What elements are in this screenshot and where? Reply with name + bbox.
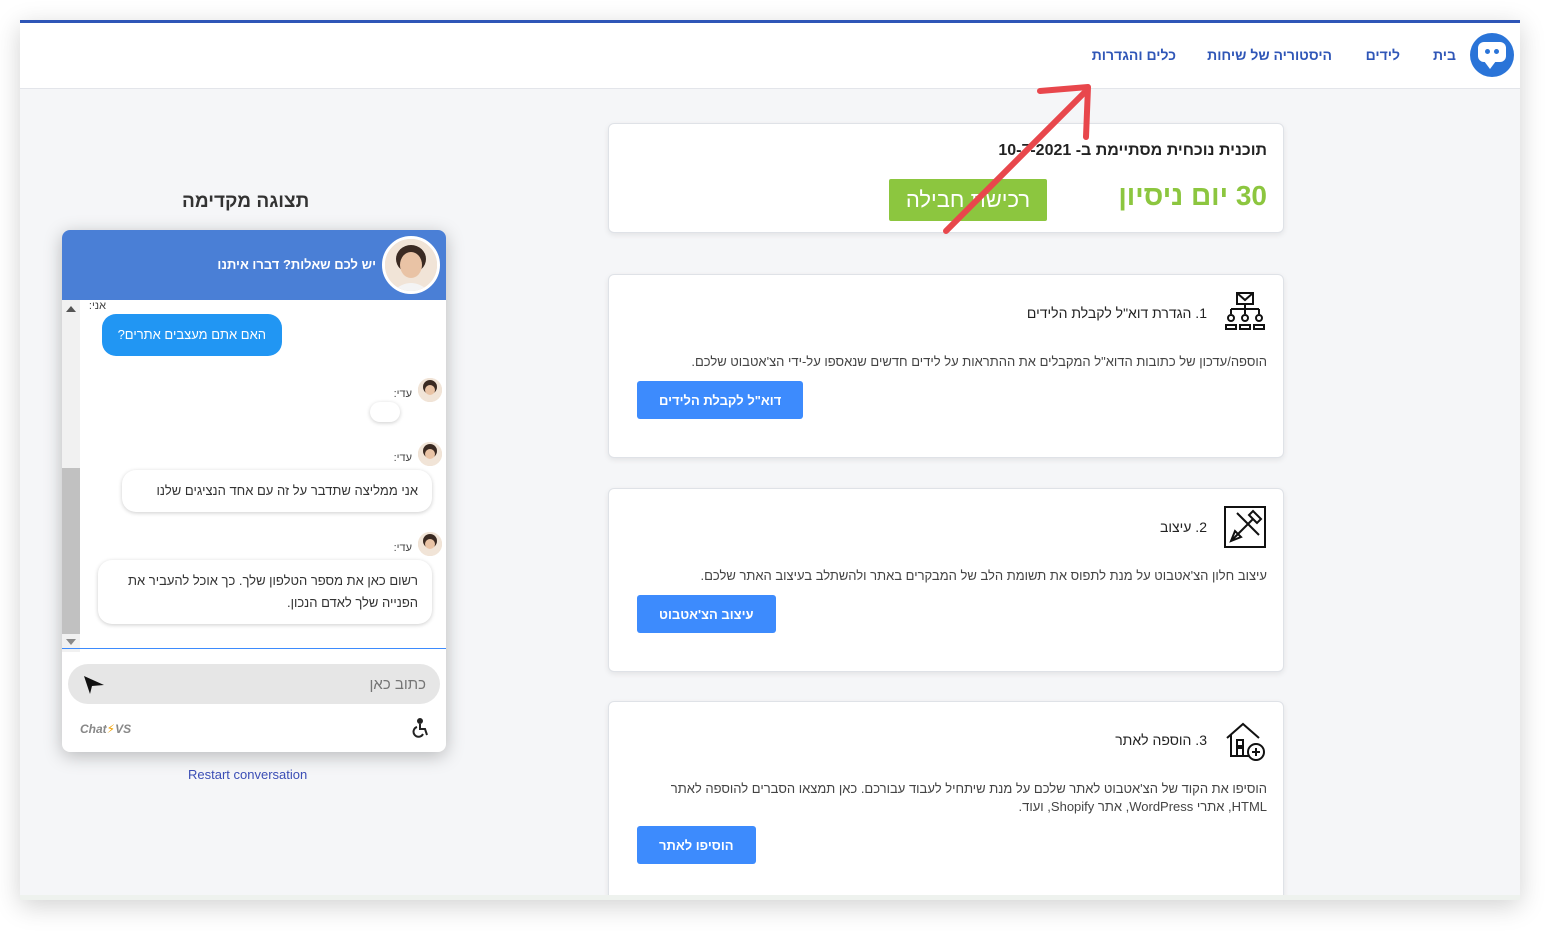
chat-messages-area[interactable]: אני: האם אתם מעצבים אתרים? עדי: עדי: אני…: [62, 300, 446, 652]
step-description: הוספה/עדכון של כתובות הדוא"ל המקבלים את …: [691, 354, 1267, 369]
nav-item-home[interactable]: בית: [1433, 47, 1456, 63]
step-card-design: 2. עיצוב עיצוב חלון הצ'אטבוט על מנת לתפו…: [608, 488, 1284, 672]
nav-item-tools-settings[interactable]: כלים והגדרות: [1092, 47, 1176, 63]
design-chatbot-button[interactable]: עיצוב הצ'אטבוט: [637, 595, 776, 633]
step-description: הוסיפו את הקוד של הצ'אטבוט לאתר שלכם על …: [670, 781, 1267, 814]
restart-conversation-link[interactable]: Restart conversation: [188, 767, 307, 782]
leads-email-button[interactable]: דוא"ל לקבלת הלידים: [637, 381, 804, 419]
add-to-site-button[interactable]: הוסיפו לאתר: [637, 826, 756, 864]
chat-scrollbar[interactable]: [62, 300, 80, 652]
chat-input-bar[interactable]: [68, 664, 440, 704]
agent-mini-avatar: [418, 378, 442, 402]
app-window: בית לידים היסטוריה של שיחות כלים והגדרות…: [20, 20, 1520, 900]
step-card-email: 1. הגדרת דוא"ל לקבלת הלידים הוספה/עדכון …: [608, 274, 1284, 458]
accessibility-icon[interactable]: [410, 718, 430, 738]
scroll-down-icon[interactable]: [66, 639, 76, 645]
step-title: 3. הוספה לאתר: [1115, 732, 1207, 748]
bot-message-bubble: אני ממליצה שתדבר על זה עם אחד הנציגים של…: [122, 470, 432, 512]
buy-package-button[interactable]: רכישת חבילה: [889, 179, 1047, 221]
step-description: עיצוב חלון הצ'אטבוט על מנת לתפוס את תשומ…: [700, 568, 1267, 583]
nav-item-chat-history[interactable]: היסטוריה של שיחות: [1207, 47, 1332, 63]
plan-card: תוכנית נוכחית מסתיימת ב- 10-7-2021 30 יו…: [608, 123, 1284, 233]
bot-message-bubble: רשום כאן את מספר הטלפון שלך. כך אוכל להע…: [98, 560, 432, 624]
chat-widget-header-text: יש לכם שאלות? דברו איתנו: [217, 257, 376, 272]
sender-label-bot: עדי:: [393, 542, 412, 554]
input-divider: [62, 648, 446, 649]
trial-days-text: 30 יום ניסיון: [1118, 180, 1267, 211]
top-navbar: בית לידים היסטוריה של שיחות כלים והגדרות: [20, 23, 1520, 89]
scroll-up-icon[interactable]: [66, 306, 76, 312]
scrollbar-thumb[interactable]: [62, 468, 80, 634]
user-message-bubble: האם אתם מעצבים אתרים?: [101, 314, 282, 356]
agent-avatar: [382, 236, 440, 294]
bottom-strip: [20, 895, 1520, 900]
agent-mini-avatar: [418, 532, 442, 556]
chatvs-brand-logo: Chat⚡VS: [80, 722, 132, 736]
chat-message-input[interactable]: [126, 672, 426, 696]
send-icon[interactable]: [82, 674, 106, 696]
chatbot-logo-icon[interactable]: [1470, 33, 1514, 77]
org-chart-mail-icon: [1225, 292, 1265, 330]
sender-label-bot: עדי:: [393, 452, 412, 464]
house-add-icon: [1226, 722, 1265, 761]
design-brush-icon: [1224, 506, 1266, 548]
chat-widget-preview: יש לכם שאלות? דברו איתנו אני: האם אתם מע…: [62, 230, 446, 752]
step-title: 2. עיצוב: [1159, 519, 1207, 535]
step-card-add-site: 3. הוספה לאתר הוסיפו את הקוד של הצ'אטבוט…: [608, 701, 1284, 900]
sender-label-bot: עדי:: [393, 388, 412, 400]
bot-typing-bubble: [370, 402, 400, 422]
plan-expiry-text: תוכנית נוכחית מסתיימת ב- 10-7-2021: [998, 142, 1267, 159]
nav-item-leads[interactable]: לידים: [1366, 47, 1400, 63]
preview-title: תצוגה מקדימה: [182, 191, 310, 212]
step-title: 1. הגדרת דוא"ל לקבלת הלידים: [1026, 305, 1207, 321]
agent-mini-avatar: [418, 442, 442, 466]
sender-label-me: אני:: [88, 300, 106, 312]
chat-widget-header: יש לכם שאלות? דברו איתנו: [62, 230, 446, 300]
